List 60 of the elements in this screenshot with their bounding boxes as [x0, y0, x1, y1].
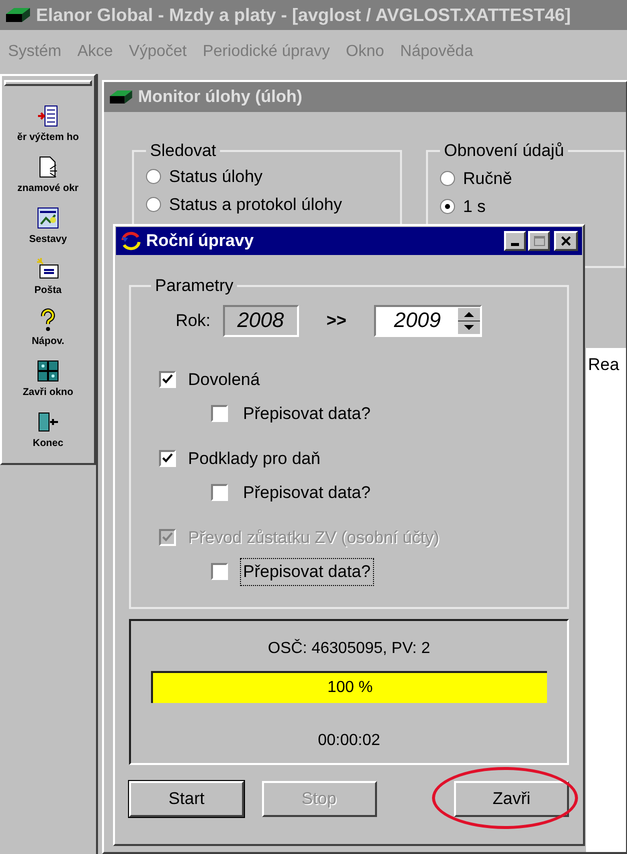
checkbox[interactable]	[159, 450, 176, 467]
circular-arrows-icon	[120, 231, 142, 251]
toolbar-button-label[interactable]: znamové okr	[17, 181, 79, 196]
arrow-text: >>	[326, 310, 348, 332]
exit-door-icon	[36, 410, 60, 434]
dialog-button[interactable]: Zavři	[454, 781, 569, 817]
checkbox-label: Přepisovat data?	[242, 403, 372, 425]
maximize-button[interactable]	[528, 231, 550, 251]
envelope-icon	[36, 257, 60, 281]
radio-label: 1 s	[463, 196, 486, 218]
minimize-button[interactable]	[504, 231, 526, 251]
spinner-arrows-icon[interactable]	[458, 308, 480, 334]
radio-label: Status a protokol úlohy	[169, 194, 342, 216]
column-header: Rea	[588, 355, 620, 374]
checkbox-label: Přepisovat data?	[240, 558, 374, 586]
checkbox[interactable]	[211, 484, 228, 502]
dialog-button[interactable]: Start	[129, 781, 244, 817]
year-spin-field[interactable]: 2009	[374, 304, 482, 336]
maximize-icon	[534, 236, 544, 246]
toolbar-button-label[interactable]: Konec	[32, 436, 64, 451]
monitor-title: Monitor úlohy (úloh)	[138, 86, 302, 108]
checkbox-label: Převod zůstatku ZV (osobní účty)	[188, 526, 440, 548]
checkbox[interactable]	[211, 405, 228, 422]
checkmark-icon	[162, 374, 173, 384]
app-logo-icon	[108, 88, 134, 106]
radio-button[interactable]	[440, 170, 455, 186]
report-icon	[36, 206, 60, 230]
status-text: OSČ: 46305095, PV: 2	[268, 638, 430, 659]
group-label: Parametry	[154, 275, 234, 297]
progress-text: 100 %	[326, 678, 374, 698]
checkmark-icon	[162, 453, 173, 464]
field-label: Rok:	[176, 310, 211, 332]
checkbox[interactable]	[159, 370, 176, 388]
toolbar-button-label[interactable]: Pošta	[34, 283, 62, 298]
radio-label: Status úlohy	[169, 166, 263, 188]
toolbar-button-label[interactable]: Zavři okno	[22, 385, 74, 400]
group-label: Obnovení údajů	[443, 140, 566, 162]
close-icon	[561, 236, 571, 246]
checkbox-label: Dovolená	[188, 368, 260, 390]
toolbar-handle[interactable]	[4, 80, 92, 86]
radio-button[interactable]	[440, 199, 455, 214]
checkbox-label: Podklady pro daň	[188, 448, 320, 470]
radio-button[interactable]	[146, 168, 161, 184]
app-logo-icon	[4, 6, 32, 24]
toolbar-button-label[interactable]: ěr výčtem ho	[17, 130, 79, 145]
checkbox-label: Přepisovat data?	[242, 482, 372, 504]
year-field: 2008	[222, 304, 299, 336]
elapsed-time: 00:00:02	[318, 731, 380, 751]
toolbar-button-label[interactable]: Nápov.	[32, 334, 64, 349]
window-title: Elanor Global - Mzdy a platy - [avglost / AVGLOST.XATTEST46]	[36, 4, 571, 27]
radio-label: Ručně	[463, 168, 512, 190]
list-icon	[36, 104, 60, 128]
group-label: Sledovat	[149, 140, 218, 162]
dialog-title: Roční úpravy	[146, 230, 255, 252]
minimize-icon	[511, 243, 519, 246]
toolbar-button-label[interactable]: Sestavy	[29, 232, 67, 247]
checkmark-icon	[162, 532, 173, 542]
window-icon	[36, 359, 60, 383]
radio-button[interactable]	[146, 197, 161, 212]
close-button[interactable]	[554, 231, 578, 251]
